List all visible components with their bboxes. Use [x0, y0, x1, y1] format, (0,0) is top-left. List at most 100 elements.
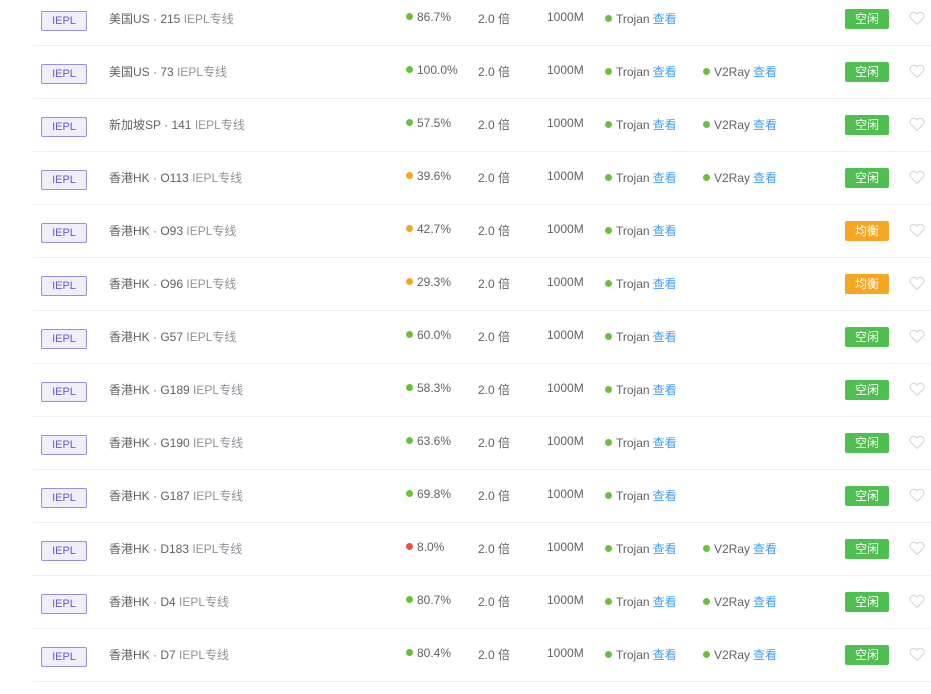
availability-rate: 100.0%: [406, 63, 458, 77]
heart-icon[interactable]: [908, 221, 926, 239]
protocol-trojan: Trojan 查看: [605, 381, 677, 398]
heart-icon[interactable]: [908, 592, 926, 610]
node-row: IEPL 美国US · 73 IEPL专线 100.0% 2.0 倍 1000M…: [33, 46, 931, 99]
view-trojan-link[interactable]: 查看: [653, 12, 677, 26]
protocol-dot-icon: [605, 545, 612, 552]
protocol-dot-icon: [605, 121, 612, 128]
availability-rate: 58.3%: [406, 381, 451, 395]
heart-icon[interactable]: [908, 539, 926, 557]
node-row: IEPL 香港HK · G189 IEPL专线 58.3% 2.0 倍 1000…: [33, 364, 931, 417]
view-trojan-link[interactable]: 查看: [653, 489, 677, 503]
node-row: IEPL 香港HK · G190 IEPL专线 63.6% 2.0 倍 1000…: [33, 417, 931, 470]
status-badge: 空闲: [845, 9, 889, 29]
status-dot-icon: [406, 490, 413, 497]
view-trojan-link[interactable]: 查看: [653, 171, 677, 185]
traffic-multiplier: 2.0 倍: [478, 330, 511, 344]
line-type-label: IEPL专线: [193, 436, 244, 450]
view-v2ray-link[interactable]: 查看: [753, 171, 777, 185]
node-name: 香港HK · G57 IEPL专线: [109, 330, 237, 344]
status-dot-icon: [406, 543, 413, 550]
bandwidth: 1000M: [547, 10, 584, 24]
line-type-tag: IEPL: [41, 329, 87, 349]
heart-icon[interactable]: [908, 486, 926, 504]
heart-icon[interactable]: [908, 62, 926, 80]
view-trojan-link[interactable]: 查看: [653, 436, 677, 450]
view-v2ray-link[interactable]: 查看: [753, 65, 777, 79]
node-row: IEPL 香港HK · D7 IEPL专线 80.4% 2.0 倍 1000M …: [33, 629, 931, 682]
status-badge: 空闲: [845, 539, 889, 559]
protocol-trojan: Trojan 查看: [605, 222, 677, 239]
node-list: IEPL 美国US · 215 IEPL专线 86.7% 2.0 倍 1000M…: [33, 0, 931, 682]
line-type-tag: IEPL: [41, 223, 87, 243]
status-dot-icon: [406, 437, 413, 444]
status-badge: 空闲: [845, 62, 889, 82]
protocol-trojan: Trojan 查看: [605, 593, 677, 610]
view-v2ray-link[interactable]: 查看: [753, 648, 777, 662]
traffic-multiplier: 2.0 倍: [478, 224, 511, 238]
heart-icon[interactable]: [908, 115, 926, 133]
status-badge: 空闲: [845, 168, 889, 188]
protocol-trojan: Trojan 查看: [605, 487, 677, 504]
node-name: 香港HK · D7 IEPL专线: [109, 648, 230, 662]
protocol-dot-icon: [605, 174, 612, 181]
view-trojan-link[interactable]: 查看: [653, 118, 677, 132]
bandwidth: 1000M: [547, 593, 584, 607]
line-type-tag: IEPL: [41, 382, 87, 402]
status-badge: 空闲: [845, 115, 889, 135]
view-trojan-link[interactable]: 查看: [653, 65, 677, 79]
line-type-tag: IEPL: [41, 11, 87, 31]
view-trojan-link[interactable]: 查看: [653, 648, 677, 662]
view-v2ray-link[interactable]: 查看: [753, 542, 777, 556]
view-v2ray-link[interactable]: 查看: [753, 595, 777, 609]
line-type-tag: IEPL: [41, 594, 87, 614]
protocol-v2ray: V2Ray 查看: [703, 116, 777, 133]
view-trojan-link[interactable]: 查看: [653, 330, 677, 344]
bandwidth: 1000M: [547, 646, 584, 660]
protocol-dot-icon: [605, 280, 612, 287]
bandwidth: 1000M: [547, 540, 584, 554]
view-trojan-link[interactable]: 查看: [653, 383, 677, 397]
heart-icon[interactable]: [908, 327, 926, 345]
heart-icon[interactable]: [908, 433, 926, 451]
view-trojan-link[interactable]: 查看: [653, 542, 677, 556]
bandwidth: 1000M: [547, 63, 584, 77]
line-type-label: IEPL专线: [179, 595, 230, 609]
view-trojan-link[interactable]: 查看: [653, 595, 677, 609]
status-badge: 均衡: [845, 221, 889, 241]
protocol-v2ray: V2Ray 查看: [703, 646, 777, 663]
node-row: IEPL 香港HK · O93 IEPL专线 42.7% 2.0 倍 1000M…: [33, 205, 931, 258]
node-row: IEPL 香港HK · G57 IEPL专线 60.0% 2.0 倍 1000M…: [33, 311, 931, 364]
node-name: 新加坡SP · 141 IEPL专线: [109, 118, 245, 132]
line-type-label: IEPL专线: [194, 118, 245, 132]
node-row: IEPL 美国US · 215 IEPL专线 86.7% 2.0 倍 1000M…: [33, 0, 931, 46]
protocol-trojan: Trojan 查看: [605, 646, 677, 663]
line-type-label: IEPL专线: [183, 12, 234, 26]
line-type-tag: IEPL: [41, 170, 87, 190]
heart-icon[interactable]: [908, 274, 926, 292]
protocol-dot-icon: [703, 68, 710, 75]
view-v2ray-link[interactable]: 查看: [753, 118, 777, 132]
view-trojan-link[interactable]: 查看: [653, 277, 677, 291]
heart-icon[interactable]: [908, 645, 926, 663]
availability-rate: 86.7%: [406, 10, 451, 24]
heart-icon[interactable]: [908, 380, 926, 398]
protocol-trojan: Trojan 查看: [605, 275, 677, 292]
node-row: IEPL 香港HK · O113 IEPL专线 39.6% 2.0 倍 1000…: [33, 152, 931, 205]
status-dot-icon: [406, 225, 413, 232]
line-type-label: IEPL专线: [186, 277, 237, 291]
heart-icon[interactable]: [908, 9, 926, 27]
line-type-label: IEPL专线: [192, 171, 243, 185]
protocol-trojan: Trojan 查看: [605, 434, 677, 451]
protocol-dot-icon: [703, 651, 710, 658]
status-dot-icon: [406, 119, 413, 126]
status-dot-icon: [406, 172, 413, 179]
protocol-dot-icon: [605, 227, 612, 234]
view-trojan-link[interactable]: 查看: [653, 224, 677, 238]
availability-rate: 57.5%: [406, 116, 451, 130]
protocol-dot-icon: [605, 651, 612, 658]
node-name: 香港HK · O113 IEPL专线: [109, 171, 243, 185]
heart-icon[interactable]: [908, 168, 926, 186]
line-type-tag: IEPL: [41, 117, 87, 137]
protocol-trojan: Trojan 查看: [605, 116, 677, 133]
status-dot-icon: [406, 596, 413, 603]
